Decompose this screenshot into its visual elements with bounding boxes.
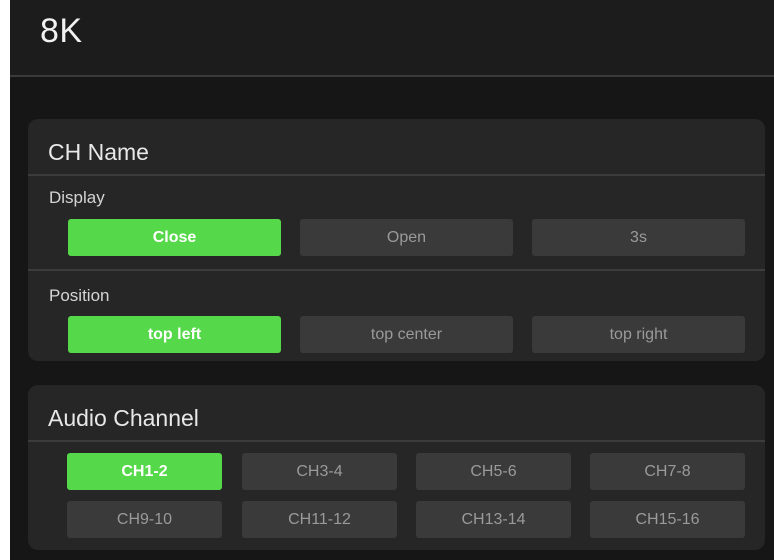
- display-3s-button[interactable]: 3s: [532, 219, 745, 256]
- ch-name-panel: CH Name Display Close Open 3s Position t…: [28, 119, 765, 361]
- audio-channel-panel: Audio Channel CH1-2 CH3-4 CH5-6 CH7-8 CH…: [28, 385, 765, 550]
- channel-button-ch15-16[interactable]: CH15-16: [590, 501, 745, 538]
- header-bar: 8K: [10, 0, 774, 77]
- display-close-button[interactable]: Close: [68, 219, 281, 256]
- position-top-right-button[interactable]: top right: [532, 316, 745, 353]
- channel-button-ch7-8[interactable]: CH7-8: [590, 453, 745, 490]
- channel-button-ch1-2[interactable]: CH1-2: [67, 453, 222, 490]
- position-top-center-button[interactable]: top center: [300, 316, 513, 353]
- audio-channel-title: Audio Channel: [48, 405, 199, 431]
- ch-name-divider: [28, 174, 765, 176]
- app-window: 8K CH Name Display Close Open 3s Positio…: [10, 0, 774, 560]
- display-label: Display: [49, 188, 105, 207]
- audio-channel-divider: [28, 440, 765, 442]
- display-divider: [28, 269, 765, 271]
- page-title: 8K: [40, 12, 83, 50]
- channel-button-ch3-4[interactable]: CH3-4: [242, 453, 397, 490]
- channel-button-ch5-6[interactable]: CH5-6: [416, 453, 571, 490]
- position-label: Position: [49, 286, 110, 305]
- position-top-left-button[interactable]: top left: [68, 316, 281, 353]
- channel-button-ch9-10[interactable]: CH9-10: [67, 501, 222, 538]
- channel-button-ch11-12[interactable]: CH11-12: [242, 501, 397, 538]
- display-open-button[interactable]: Open: [300, 219, 513, 256]
- channel-button-ch13-14[interactable]: CH13-14: [416, 501, 571, 538]
- ch-name-title: CH Name: [48, 139, 149, 165]
